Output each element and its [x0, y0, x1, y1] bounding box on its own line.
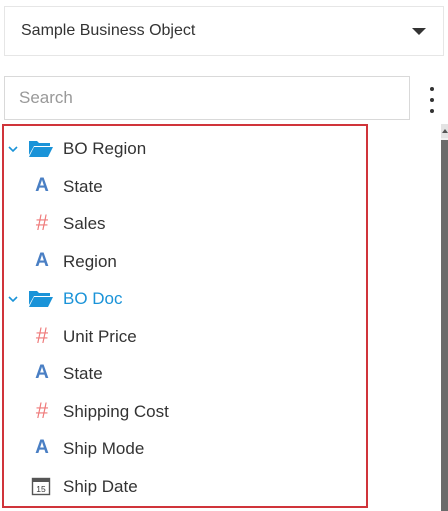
tree-group-label: BO Doc [63, 288, 123, 308]
tree-field-label: Unit Price [63, 326, 137, 346]
caret-down-icon [412, 28, 426, 35]
chevron-down-icon[interactable] [8, 294, 18, 304]
tree-field-state[interactable]: A State [4, 355, 366, 392]
tree-field-shipping-cost[interactable]: # Shipping Cost [4, 393, 366, 430]
tree-group-label: BO Region [63, 138, 147, 158]
number-type-icon: # [35, 323, 49, 348]
search-input[interactable] [4, 76, 410, 120]
tree-field-label: Ship Mode [63, 438, 145, 458]
text-type-icon: A [35, 250, 49, 271]
scroll-up-button[interactable] [441, 124, 448, 138]
calendar-icon: 15 [31, 477, 51, 496]
text-type-icon: A [35, 437, 49, 458]
calendar-icon-day: 15 [36, 484, 46, 494]
tree-field-label: Shipping Cost [63, 401, 169, 421]
business-object-label: Sample Business Object [21, 22, 196, 39]
number-type-icon: # [35, 210, 49, 235]
tree-field-unit-price[interactable]: # Unit Price [4, 318, 366, 355]
tree-field-ship-date[interactable]: 15 Ship Date [4, 468, 366, 505]
text-type-icon: A [35, 362, 49, 383]
tree-field-ship-mode[interactable]: A Ship Mode [4, 430, 366, 467]
field-tree-highlight: BO Region A State # Sales A Region BO Do… [2, 124, 368, 508]
tree-field-sales[interactable]: # Sales [4, 205, 366, 242]
business-object-dropdown[interactable]: Sample Business Object [4, 6, 444, 56]
kebab-menu-icon[interactable] [426, 87, 438, 113]
folder-open-icon [29, 291, 53, 307]
tree-field-label: State [63, 363, 103, 383]
tree-group-bo-doc[interactable]: BO Doc [4, 280, 366, 317]
scrollbar-thumb[interactable] [441, 140, 448, 511]
text-type-icon: A [35, 175, 49, 196]
tree-field-region[interactable]: A Region [4, 243, 366, 280]
kebab-dot [430, 87, 434, 91]
tree-field-label: State [63, 176, 103, 196]
kebab-dot [430, 109, 434, 113]
tree-field-label: Ship Date [63, 476, 138, 496]
folder-open-icon [29, 141, 53, 157]
tree-group-bo-region[interactable]: BO Region [4, 130, 366, 167]
scroll-up-arrow-icon [441, 129, 448, 133]
kebab-dot [430, 98, 434, 102]
number-type-icon: # [35, 398, 49, 423]
tree-field-label: Region [63, 251, 117, 271]
tree-field-label: Sales [63, 213, 106, 233]
tree-field-state[interactable]: A State [4, 168, 366, 205]
chevron-down-icon[interactable] [8, 144, 18, 154]
